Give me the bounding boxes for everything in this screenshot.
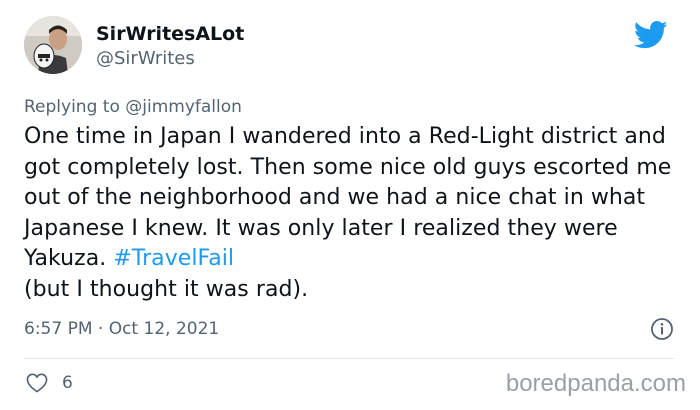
display-name[interactable]: SirWritesALot — [96, 22, 244, 46]
info-icon[interactable] — [650, 317, 674, 341]
avatar[interactable] — [24, 16, 82, 74]
reply-mention-link[interactable]: @jimmyfallon — [125, 97, 242, 117]
replying-to: Replying to @jimmyfallon — [24, 97, 242, 117]
divider — [24, 358, 674, 359]
replying-to-label: Replying to — [24, 97, 126, 117]
hashtag-link[interactable]: #TravelFail — [113, 246, 234, 271]
tweet-header: SirWritesALot @SirWrites — [24, 16, 680, 80]
heart-icon[interactable] — [26, 373, 48, 393]
twitter-bird-icon[interactable] — [634, 20, 668, 50]
tweet-timestamp[interactable]: 6:57 PM · Oct 12, 2021 — [24, 319, 219, 339]
like-action[interactable]: 6 — [26, 372, 73, 394]
watermark: boredpanda.com — [505, 370, 686, 397]
user-names: SirWritesALot @SirWrites — [96, 22, 244, 72]
avatar-image — [24, 16, 82, 74]
like-count: 6 — [62, 373, 73, 393]
tweet-body: One time in Japan I wandered into a Red-… — [24, 122, 694, 305]
user-handle[interactable]: @SirWrites — [96, 46, 244, 72]
tweet-text-suffix: (but I thought it was rad). — [24, 276, 309, 302]
